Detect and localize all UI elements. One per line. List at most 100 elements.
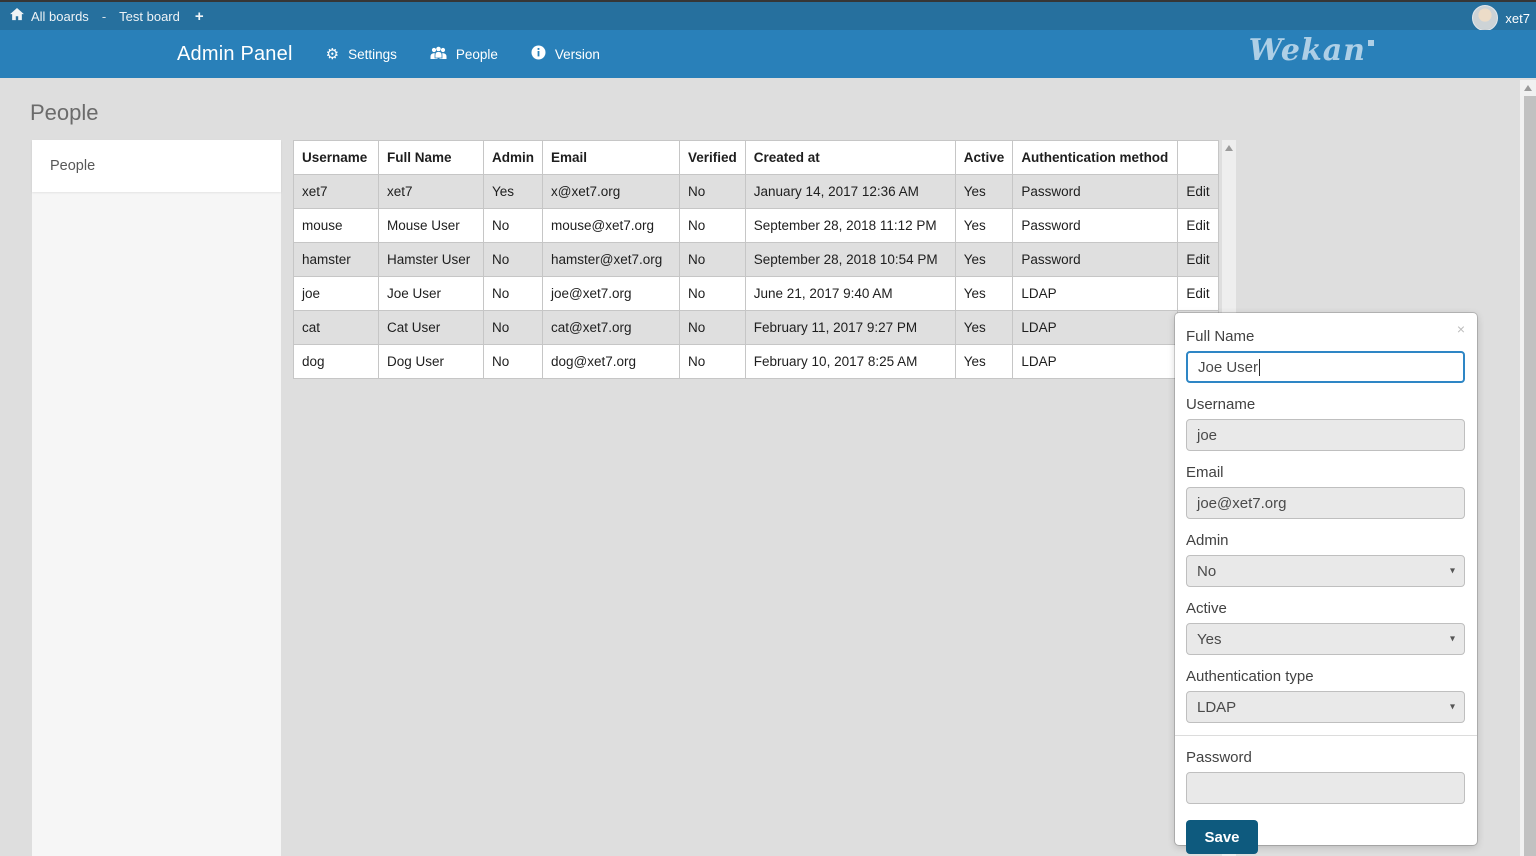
table-cell: Yes: [955, 243, 1013, 277]
nav-item-settings[interactable]: ⚙ Settings: [326, 47, 397, 62]
table-cell: mouse: [294, 209, 379, 243]
table-cell: cat@xet7.org: [543, 311, 680, 345]
auth-type-label: Authentication type: [1186, 667, 1465, 687]
table-cell: June 21, 2017 9:40 AM: [745, 277, 955, 311]
col-email: Email: [543, 141, 680, 175]
table-cell: Yes: [955, 311, 1013, 345]
email-value: joe@xet7.org: [1197, 495, 1286, 512]
table-cell: September 28, 2018 11:12 PM: [745, 209, 955, 243]
nav-item-version-label: Version: [555, 47, 600, 62]
full-name-label: Full Name: [1186, 327, 1465, 347]
wekan-logo-text: Wekan: [1249, 33, 1366, 68]
table-cell: No: [680, 243, 746, 277]
active-select[interactable]: Yes ▾: [1186, 623, 1465, 655]
table-cell: No: [680, 311, 746, 345]
table-cell: February 11, 2017 9:27 PM: [745, 311, 955, 345]
table-cell: xet7: [379, 175, 484, 209]
avatar[interactable]: [1472, 5, 1498, 31]
email-input: joe@xet7.org: [1186, 487, 1465, 519]
gear-icon: ⚙: [326, 47, 339, 62]
scrollbar-thumb[interactable]: [1524, 96, 1536, 856]
table-cell: LDAP: [1013, 345, 1178, 379]
table-cell: joe@xet7.org: [543, 277, 680, 311]
password-input[interactable]: [1186, 772, 1465, 804]
wekan-logo-dot: [1368, 40, 1374, 46]
active-label: Active: [1186, 599, 1465, 619]
table-row: xet7xet7Yesx@xet7.orgNoJanuary 14, 2017 …: [294, 175, 1219, 209]
add-board-icon[interactable]: +: [195, 8, 204, 25]
table-cell: No: [484, 209, 543, 243]
table-cell: cat: [294, 311, 379, 345]
page-title: People: [30, 100, 99, 126]
table-cell: Dog User: [379, 345, 484, 379]
sidebar-item-people[interactable]: People: [32, 140, 281, 192]
table-cell: No: [680, 277, 746, 311]
table-cell: No: [484, 277, 543, 311]
table-cell: No: [680, 175, 746, 209]
col-active: Active: [955, 141, 1013, 175]
admin-navbar: Admin Panel ⚙ Settings People Version We…: [0, 30, 1536, 78]
username-input: joe: [1186, 419, 1465, 451]
table-cell: Hamster User: [379, 243, 484, 277]
col-admin: Admin: [484, 141, 543, 175]
username-value: joe: [1197, 427, 1217, 444]
page-scrollbar[interactable]: [1520, 80, 1536, 856]
table-cell: Password: [1013, 209, 1178, 243]
edit-link[interactable]: Edit: [1178, 209, 1218, 243]
nav-item-version[interactable]: Version: [531, 45, 600, 63]
breadcrumb-board-name[interactable]: Test board: [119, 9, 180, 24]
panel-divider: [1175, 735, 1477, 736]
info-icon: [531, 45, 546, 63]
admin-select[interactable]: No ▾: [1186, 555, 1465, 587]
active-select-value: Yes: [1197, 631, 1221, 648]
nav-item-people[interactable]: People: [430, 46, 498, 63]
scroll-up-icon[interactable]: [1225, 145, 1233, 151]
table-cell: January 14, 2017 12:36 AM: [745, 175, 955, 209]
chevron-down-icon: ▾: [1450, 702, 1455, 713]
table-cell: Yes: [955, 345, 1013, 379]
col-username: Username: [294, 141, 379, 175]
auth-type-select[interactable]: LDAP ▾: [1186, 691, 1465, 723]
full-name-value: Joe User: [1198, 359, 1258, 376]
edit-link[interactable]: Edit: [1178, 243, 1218, 277]
table-cell: joe: [294, 277, 379, 311]
table-cell: dog@xet7.org: [543, 345, 680, 379]
breadcrumb-separator: -: [102, 9, 106, 24]
scroll-up-icon[interactable]: [1524, 85, 1532, 91]
table-cell: Cat User: [379, 311, 484, 345]
edit-user-panel: × Full Name Joe User Username joe Email …: [1175, 313, 1477, 845]
full-name-input[interactable]: Joe User: [1186, 351, 1465, 383]
col-created-at: Created at: [745, 141, 955, 175]
nav-item-people-label: People: [456, 47, 498, 62]
nav-item-settings-label: Settings: [348, 47, 397, 62]
table-cell: hamster@xet7.org: [543, 243, 680, 277]
table-cell: LDAP: [1013, 311, 1178, 345]
save-button[interactable]: Save: [1186, 820, 1258, 854]
people-table-body: xet7xet7Yesx@xet7.orgNoJanuary 14, 2017 …: [294, 175, 1219, 379]
admin-select-value: No: [1197, 563, 1216, 580]
user-menu[interactable]: xet7: [1472, 4, 1530, 32]
table-cell: Password: [1013, 175, 1178, 209]
edit-link[interactable]: Edit: [1178, 175, 1218, 209]
table-cell: x@xet7.org: [543, 175, 680, 209]
table-row: catCat UserNocat@xet7.orgNoFebruary 11, …: [294, 311, 1219, 345]
table-cell: mouse@xet7.org: [543, 209, 680, 243]
close-icon[interactable]: ×: [1457, 322, 1465, 336]
table-cell: Joe User: [379, 277, 484, 311]
admin-label: Admin: [1186, 531, 1465, 551]
home-icon[interactable]: [10, 8, 24, 24]
table-cell: September 28, 2018 10:54 PM: [745, 243, 955, 277]
edit-link[interactable]: Edit: [1178, 277, 1218, 311]
table-cell: No: [484, 311, 543, 345]
auth-type-select-value: LDAP: [1197, 699, 1236, 716]
breadcrumb: All boards - Test board +: [10, 8, 204, 25]
col-edit: [1178, 141, 1218, 175]
table-row: joeJoe UserNojoe@xet7.orgNoJune 21, 2017…: [294, 277, 1219, 311]
breadcrumb-bar: All boards - Test board + xet7: [0, 0, 1536, 30]
table-cell: Yes: [955, 175, 1013, 209]
table-cell: No: [484, 243, 543, 277]
admin-panel-title: Admin Panel: [177, 43, 293, 66]
wekan-logo: Wekan: [1249, 33, 1374, 68]
col-auth-method: Authentication method: [1013, 141, 1178, 175]
breadcrumb-all-boards[interactable]: All boards: [31, 9, 89, 24]
